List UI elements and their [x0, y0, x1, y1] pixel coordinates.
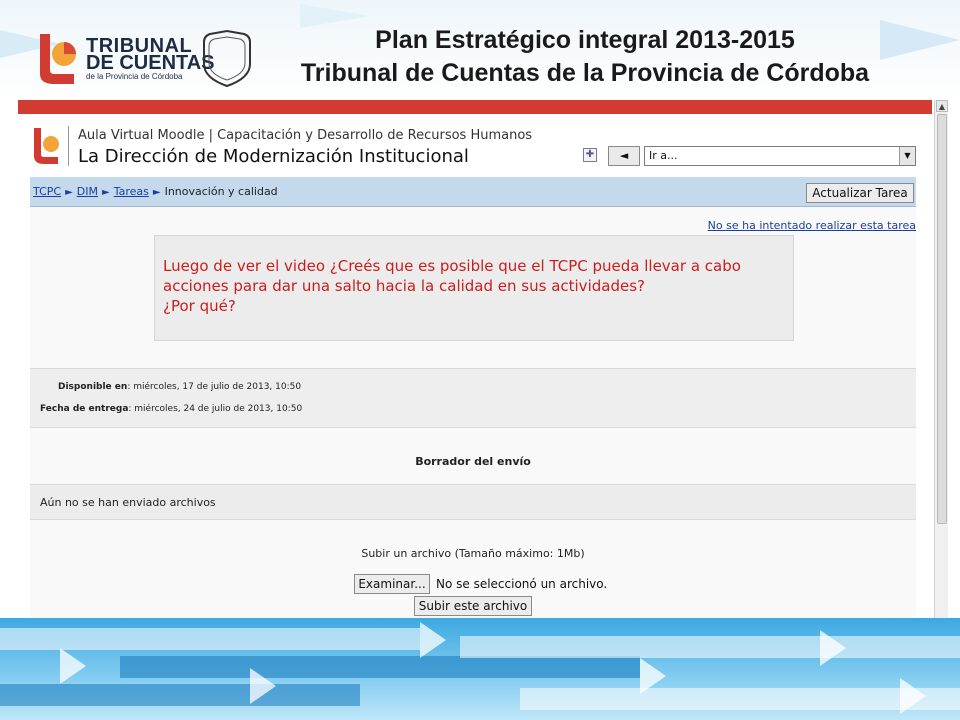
- due-date: Fecha de entrega: miércoles, 24 de julio…: [40, 404, 302, 414]
- due-label: Fecha de entrega: [40, 404, 129, 414]
- site-logo-icon: [34, 128, 59, 164]
- vertical-scrollbar[interactable]: ▲: [934, 100, 948, 630]
- background-band: [0, 684, 360, 706]
- assignment-content: No se ha intentado realizar esta tarea L…: [30, 207, 916, 630]
- background-band: [460, 636, 960, 658]
- background-arrow: [420, 622, 446, 658]
- not-attempted-link[interactable]: No se ha intentado realizar esta tarea: [708, 219, 916, 232]
- background-band: [520, 688, 960, 710]
- breadcrumb: TCPC ► DIM ► Tareas ► Innovación y calidad: [33, 185, 278, 198]
- tribunal-logo: TRIBUNAL DE CUENTAS de la Provincia de C…: [34, 26, 264, 92]
- jump-to-select-value: Ir a...: [649, 149, 678, 162]
- breadcrumb-dim[interactable]: DIM: [77, 185, 98, 198]
- background-arrow: [900, 678, 926, 714]
- available-value: : miércoles, 17 de julio de 2013, 10:50: [127, 382, 302, 392]
- slide-title-line-1: Plan Estratégico integral 2013-2015: [375, 26, 795, 54]
- background-arrow: [640, 658, 666, 694]
- language-flag-icon[interactable]: ✚: [583, 148, 597, 162]
- dropdown-arrow-icon[interactable]: ▼: [899, 147, 915, 165]
- assignment-dates: Disponible en: miércoles, 17 de julio de…: [30, 368, 916, 428]
- background-arrow: [60, 648, 86, 684]
- navigation-bar: TCPC ► DIM ► Tareas ► Innovación y calidad Act…: [30, 177, 916, 207]
- jump-to-select[interactable]: Ir a... ▼: [644, 146, 916, 166]
- province-shield-icon: [203, 29, 251, 88]
- question-line: ¿Por qué?: [163, 297, 236, 315]
- draft-submission-title: Borrador del envío: [415, 455, 531, 468]
- moodle-screenshot-panel: ▲ Aula Virtual Moodle | Capacitación y D…: [18, 100, 948, 630]
- tribunal-logo-text: TRIBUNAL DE CUENTAS de la Provincia de C…: [86, 36, 215, 82]
- breadcrumb-separator-icon: ►: [152, 187, 161, 198]
- upload-file-label: Subir un archivo (Tamaño máximo: 1Mb): [361, 547, 585, 560]
- slide-footer-background: [0, 618, 960, 720]
- available-date: Disponible en: miércoles, 17 de julio de…: [58, 382, 301, 392]
- site-subtitle: Aula Virtual Moodle | Capacitación y Des…: [78, 128, 533, 143]
- assignment-question: Luego de ver el video ¿Creés que es posi…: [154, 235, 794, 341]
- background-arrow: [250, 668, 276, 704]
- breadcrumb-separator-icon: ►: [65, 187, 73, 198]
- background-band: [0, 628, 420, 650]
- breadcrumb-tareas[interactable]: Tareas: [114, 185, 149, 198]
- question-line: Luego de ver el video ¿Creés que es posi…: [163, 257, 741, 275]
- navigation-back-button[interactable]: ◄: [608, 146, 640, 166]
- tribunal-logo-mark-icon: [40, 34, 76, 84]
- breadcrumb-tcpc[interactable]: TCPC: [33, 185, 61, 198]
- no-file-selected-text: No se seleccionó un archivo.: [436, 577, 608, 591]
- site-name: La Dirección de Modernización Institucio…: [78, 146, 469, 167]
- background-band: [120, 656, 640, 678]
- background-arrow: [820, 630, 846, 666]
- question-line: acciones para dar una salto hacia la cal…: [163, 277, 645, 295]
- scroll-thumb[interactable]: [937, 114, 947, 524]
- header-separator: [68, 126, 69, 166]
- update-assignment-button[interactable]: Actualizar Tarea: [806, 183, 914, 203]
- slide-title: Plan Estratégico integral 2013-2015 Trib…: [270, 24, 900, 90]
- breadcrumb-current: Innovación y calidad: [164, 185, 278, 198]
- logo-line-2: DE CUENTAS: [86, 52, 215, 74]
- due-value: : miércoles, 24 de julio de 2013, 10:50: [128, 404, 303, 414]
- browse-file-button[interactable]: Examinar...: [354, 574, 430, 594]
- scroll-up-arrow-icon[interactable]: ▲: [936, 100, 948, 112]
- slide-title-line-2: Tribunal de Cuentas de la Provincia de C…: [300, 59, 870, 87]
- top-red-bar: [18, 100, 932, 114]
- breadcrumb-separator-icon: ►: [102, 187, 110, 198]
- no-files-message: Aún no se han enviado archivos: [30, 484, 916, 520]
- available-label: Disponible en: [58, 382, 128, 392]
- upload-file-button[interactable]: Subir este archivo: [414, 596, 532, 616]
